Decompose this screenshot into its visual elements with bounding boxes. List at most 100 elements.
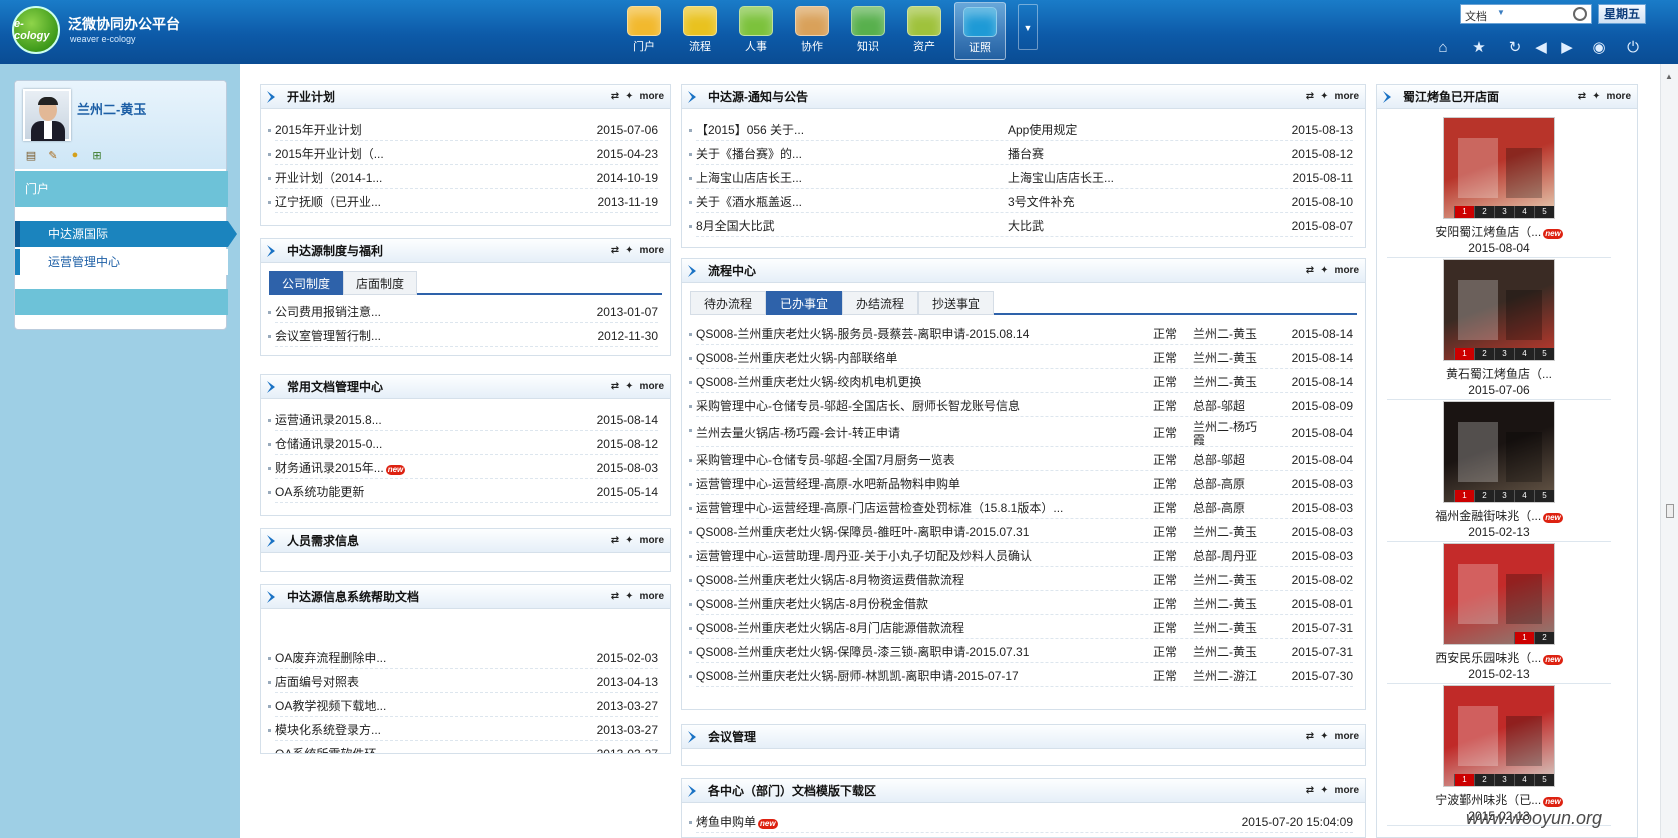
store-photo[interactable]: 12345 bbox=[1443, 685, 1555, 787]
list-item[interactable]: 开业计划（2014-1... 2014-10-19 bbox=[268, 167, 658, 189]
pager-button[interactable]: 3 bbox=[1494, 774, 1514, 786]
store-photo[interactable]: 12345 bbox=[1443, 259, 1555, 361]
table-row[interactable]: QS008-兰州重庆老灶火锅店-8月物资运费借款流程 正常 兰州二-黄玉 2015-0… bbox=[689, 569, 1353, 591]
chevron-down-icon[interactable]: ▼ bbox=[1497, 8, 1505, 17]
pager-button[interactable]: 1 bbox=[1454, 490, 1474, 502]
item-title[interactable]: 会议室管理暂行制... bbox=[275, 329, 381, 343]
sidebar-item-org[interactable]: 中达源国际 bbox=[15, 221, 237, 247]
item-title[interactable]: 财务通讯录2015年... bbox=[275, 461, 384, 475]
list-item[interactable]: 模块化系统登录方... 2013-03-27 bbox=[268, 719, 658, 741]
workflow-title[interactable]: 采购管理中心-仓储专员-邬超-全国店长、厨师长智龙账号信息 bbox=[696, 399, 1020, 413]
pager-button[interactable]: 4 bbox=[1514, 774, 1534, 786]
list-item[interactable]: 2015年开业计划（... 2015-04-23 bbox=[268, 143, 658, 165]
item-title[interactable]: 辽宁抚顺（已开业... bbox=[275, 195, 381, 209]
workflow-title[interactable]: QS008-兰州重庆老灶火锅-服务员-聂蔡芸-离职申请-2015.08.14 bbox=[696, 327, 1029, 341]
more-link[interactable]: more bbox=[1607, 91, 1631, 102]
pager-button[interactable]: 3 bbox=[1494, 348, 1514, 360]
item-title[interactable]: 仓储通讯录2015-0... bbox=[275, 437, 382, 451]
store-photo[interactable]: 12345 bbox=[1443, 117, 1555, 219]
list-item[interactable]: 2015年开业计划 2015-07-06 bbox=[268, 119, 658, 141]
item-title[interactable]: 关于《酒水瓶盖返... bbox=[696, 195, 802, 209]
list-item[interactable]: 公司费用报销注意... 2013-01-07 bbox=[268, 301, 658, 323]
pager-button[interactable]: 1 bbox=[1514, 632, 1534, 644]
dropdown-icon[interactable]: ◉ bbox=[1588, 38, 1610, 58]
refresh-icon[interactable]: ⇄ bbox=[611, 591, 619, 602]
pager-button[interactable]: 5 bbox=[1534, 774, 1554, 786]
refresh-icon[interactable]: ⇄ bbox=[1306, 91, 1314, 102]
app-nav-item[interactable]: 人事 bbox=[730, 2, 782, 60]
list-item[interactable]: 关于《酒水瓶盖返... 3号文件补充 2015-08-10 bbox=[689, 191, 1353, 213]
table-row[interactable]: 兰州去量火锅店-杨巧霞-会计-转正申请 正常 兰州二-杨巧霞 2015-08-04 bbox=[689, 419, 1353, 447]
list-item[interactable]: 8月全国大比武 大比武 2015-08-07 bbox=[689, 215, 1353, 237]
home-icon[interactable]: ⌂ bbox=[1432, 38, 1454, 58]
store-name[interactable]: 福州金融街味兆（... bbox=[1435, 509, 1541, 523]
list-item[interactable]: 关于《播台赛》的... 播台赛 2015-08-12 bbox=[689, 143, 1353, 165]
more-link[interactable]: more bbox=[1335, 731, 1359, 742]
item-title[interactable]: 公司费用报销注意... bbox=[275, 305, 381, 319]
pager-button[interactable]: 4 bbox=[1514, 348, 1534, 360]
username[interactable]: 兰州二-黄玉 bbox=[77, 99, 146, 118]
list-item[interactable]: OA废弃流程删除申... 2015-02-03 bbox=[268, 647, 658, 669]
workflow-title[interactable]: QS008-兰州重庆老灶火锅-保障员-漆三锁-离职申请-2015.07.31 bbox=[696, 645, 1029, 659]
pager-button[interactable]: 5 bbox=[1534, 348, 1554, 360]
list-item[interactable]: 运营通讯录2015.8... 2015-08-14 bbox=[268, 409, 658, 431]
item-title[interactable]: 关于《播台赛》的... bbox=[696, 147, 802, 161]
list-item[interactable]: 仓储通讯录2015-0... 2015-08-12 bbox=[268, 433, 658, 455]
app-nav-item[interactable]: 资产 bbox=[898, 2, 950, 60]
workflow-title[interactable]: QS008-兰州重庆老灶火锅-保障员-雒旺叶-离职申请-2015.07.31 bbox=[696, 525, 1029, 539]
pager-button[interactable]: 1 bbox=[1454, 774, 1474, 786]
table-row[interactable]: 采购管理中心-仓储专员-邬超-全国7月厨务一览表 正常 总部-邬超 2015-08-0… bbox=[689, 449, 1353, 471]
table-row[interactable]: 运营管理中心-运营助理-周丹亚-关于小丸子切配及炒料人员确认 正常 总部-周丹亚 20… bbox=[689, 545, 1353, 567]
pager-button[interactable]: 3 bbox=[1494, 206, 1514, 218]
item-title[interactable]: OA系统所需软件环... bbox=[275, 747, 386, 753]
settings-icon[interactable]: ✦ bbox=[1320, 265, 1328, 276]
tab-completed[interactable]: 办结流程 bbox=[842, 291, 918, 315]
app-nav-item[interactable]: 门户 bbox=[618, 2, 670, 60]
workflow-title[interactable]: QS008-兰州重庆老灶火锅店-8月份税金借款 bbox=[696, 597, 928, 611]
item-title[interactable]: 模块化系统登录方... bbox=[275, 723, 381, 737]
store-name[interactable]: 宁波鄞州味兆（已... bbox=[1435, 793, 1541, 807]
app-nav-item[interactable]: 知识 bbox=[842, 2, 894, 60]
pager-button[interactable]: 2 bbox=[1474, 206, 1494, 218]
workflow-title[interactable]: QS008-兰州重庆老灶火锅-内部联络单 bbox=[696, 351, 897, 365]
list-item[interactable]: 【2015】056 关于... App使用规定 2015-08-13 bbox=[689, 119, 1353, 141]
table-row[interactable]: QS008-兰州重庆老灶火锅-内部联络单 正常 兰州二-黄玉 2015-08-14 bbox=[689, 347, 1353, 369]
item-title[interactable]: OA系统功能更新 bbox=[275, 485, 364, 499]
more-link[interactable]: more bbox=[1335, 785, 1359, 796]
workflow-title[interactable]: 运营管理中心-运营助理-周丹亚-关于小丸子切配及炒料人员确认 bbox=[696, 549, 1032, 563]
list-item[interactable]: 会议室管理暂行制... 2012-11-30 bbox=[268, 325, 658, 347]
refresh-icon[interactable]: ⇄ bbox=[1306, 731, 1314, 742]
item-title[interactable]: OA废弃流程删除申... bbox=[275, 651, 386, 665]
workflow-title[interactable]: QS008-兰州重庆老灶火锅店-8月物资运费借款流程 bbox=[696, 573, 964, 587]
refresh-icon[interactable]: ⇄ bbox=[611, 91, 619, 102]
tab-done[interactable]: 已办事宜 bbox=[766, 291, 842, 315]
store-caption[interactable]: 西安民乐园味兆（... new bbox=[1387, 651, 1611, 665]
pager-button[interactable]: 4 bbox=[1514, 490, 1534, 502]
settings-icon[interactable]: ✦ bbox=[1320, 785, 1328, 796]
settings-icon[interactable]: ✦ bbox=[625, 245, 633, 256]
store-caption[interactable]: 福州金融街味兆（... new bbox=[1387, 509, 1611, 523]
sidebar-item-operations[interactable]: 运营管理中心 bbox=[15, 249, 228, 275]
item-title[interactable]: 上海宝山店店长王... bbox=[696, 171, 802, 185]
app-nav-item[interactable]: 流程 bbox=[674, 2, 726, 60]
pager-button[interactable]: 2 bbox=[1474, 490, 1494, 502]
workflow-title[interactable]: 运营管理中心-运营经理-高原-水吧新品物料申购单 bbox=[696, 477, 960, 491]
store-caption[interactable]: 安阳蜀江烤鱼店（... new bbox=[1387, 225, 1611, 239]
pager-button[interactable]: 3 bbox=[1494, 490, 1514, 502]
refresh-icon[interactable]: ⇄ bbox=[611, 381, 619, 392]
scroll-thumb[interactable] bbox=[1666, 504, 1674, 518]
item-title[interactable]: 开业计划（2014-1... bbox=[275, 171, 382, 185]
pager-button[interactable]: 2 bbox=[1474, 348, 1494, 360]
pager-button[interactable]: 1 bbox=[1454, 348, 1474, 360]
table-row[interactable]: QS008-兰州重庆老灶火锅店-8月门店能源借款流程 正常 兰州二-黄玉 2015-0… bbox=[689, 617, 1353, 639]
workflow-title[interactable]: 采购管理中心-仓储专员-邬超-全国7月厨务一览表 bbox=[696, 453, 955, 467]
list-item[interactable]: OA系统功能更新 2015-05-14 bbox=[268, 481, 658, 503]
store-caption[interactable]: 宁波鄞州味兆（已... new bbox=[1387, 793, 1611, 807]
table-row[interactable]: QS008-兰州重庆老灶火锅店-8月份税金借款 正常 兰州二-黄玉 2015-08-0… bbox=[689, 593, 1353, 615]
lock-icon[interactable]: ● bbox=[67, 149, 83, 163]
store-caption[interactable]: 黄石蜀江烤鱼店（... bbox=[1387, 367, 1611, 381]
settings-icon[interactable]: ✦ bbox=[625, 381, 633, 392]
item-title[interactable]: 店面编号对照表 bbox=[275, 675, 359, 689]
list-item[interactable]: OA教学视频下载地... 2013-03-27 bbox=[268, 695, 658, 717]
more-link[interactable]: more bbox=[640, 91, 664, 102]
